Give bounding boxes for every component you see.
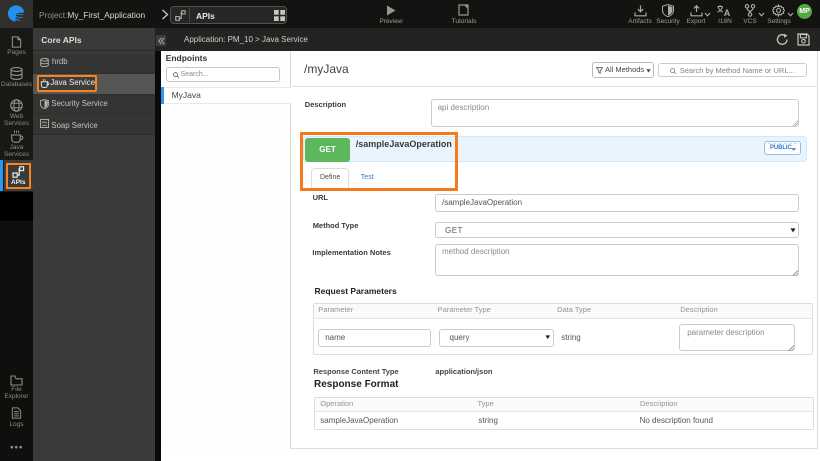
svg-text:A: A (724, 8, 731, 17)
